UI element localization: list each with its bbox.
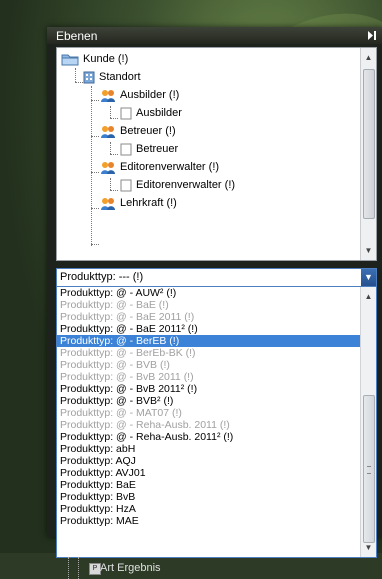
dropdown-option[interactable]: Produkttyp: AQJ [57, 455, 376, 467]
users-icon [101, 89, 115, 102]
tree-item-label: Betreuer [136, 143, 179, 155]
scroll-thumb[interactable] [363, 395, 375, 543]
document-icon [120, 107, 132, 119]
dropdown-option[interactable]: Produkttyp: @ - BerEb-BK (!) [57, 347, 376, 359]
collapse-panel-icon[interactable] [366, 30, 377, 41]
panel-title: Ebenen [56, 29, 98, 43]
document-icon [120, 143, 132, 155]
dropdown-option[interactable]: Produkttyp: abH [57, 443, 376, 455]
tree-item-label: Art Ergebnis [100, 562, 161, 574]
tree-item-label: Kunde (!) [83, 53, 129, 65]
tree-item-ausbilder[interactable]: Ausbilder [120, 104, 182, 122]
dropdown-option[interactable]: Produkttyp: BaE [57, 479, 376, 491]
layers-panel: Ebenen Kunde (!) Standort Ausbilder (!) … [47, 27, 382, 579]
tree-item-label: Betreuer (!) [120, 125, 176, 137]
tree-item-lehrkraft-group[interactable]: Lehrkraft (!) [100, 194, 177, 212]
tree-item-editorenverwalter[interactable]: Editorenverwalter (!) [120, 176, 235, 194]
dropdown-option[interactable]: Produkttyp: @ - BvB 2011 (!) [57, 371, 376, 383]
produkttyp-dropdown-list: Produkttyp: @ - AUW² (!) Produkttyp: @ - … [56, 286, 377, 558]
tree-item-ausbilder-group[interactable]: Ausbilder (!) [100, 86, 179, 104]
dropdown-option[interactable]: Produkttyp: @ - MAT07 (!) [57, 407, 376, 419]
tree-item-label: Ausbilder (!) [120, 89, 180, 101]
document-icon [120, 179, 132, 191]
dropdown-option[interactable]: Produkttyp: MAE [57, 515, 376, 527]
tree-item-label: Editorenverwalter (!) [136, 179, 236, 191]
produkttyp-select[interactable]: Produkttyp: --- (!) ▼ [56, 268, 377, 287]
tree-item-label: Editorenverwalter (!) [120, 161, 220, 173]
dropdown-option[interactable]: Produkttyp: @ - Reha-Ausb. 2011² (!) [57, 431, 376, 443]
select-value: Produkttyp: --- (!) [60, 271, 144, 283]
users-icon [101, 197, 115, 210]
scroll-thumb[interactable] [363, 69, 375, 219]
scroll-down-icon[interactable]: ▼ [361, 243, 376, 258]
tree-item-betreuer-group[interactable]: Betreuer (!) [100, 122, 176, 140]
tree-item-label: Lehrkraft (!) [120, 197, 177, 209]
tree-item-art-ergebnis[interactable]: P Art Ergebnis [56, 557, 375, 579]
dropdown-option[interactable]: Produkttyp: @ - BVB² (!) [57, 395, 376, 407]
dropdown-option[interactable]: Produkttyp: BvB [57, 491, 376, 503]
tree-item-standort[interactable]: Standort [83, 68, 141, 86]
dropdown-option[interactable]: Produkttyp: HzA [57, 503, 376, 515]
tree-item-kunde[interactable]: Kunde (!) [61, 50, 128, 68]
option-list: Produkttyp: @ - AUW² (!) Produkttyp: @ - … [57, 287, 376, 527]
dropdown-option[interactable]: Produkttyp: @ - BaE 2011 (!) [57, 311, 376, 323]
chevron-down-icon[interactable]: ▼ [361, 269, 376, 286]
dropdown-option[interactable]: Produkttyp: @ - BaE (!) [57, 299, 376, 311]
dropdown-option[interactable]: Produkttyp: @ - BaE 2011² (!) [57, 323, 376, 335]
dropdown-option[interactable]: Produkttyp: @ - AUW² (!) [57, 287, 376, 299]
tree-item-betreuer[interactable]: Betreuer [120, 140, 178, 158]
building-icon [83, 71, 95, 83]
dropdown-option[interactable]: Produkttyp: @ - BVB (!) [57, 359, 376, 371]
dropdown-scrollbar[interactable]: ▲ ▼ [360, 287, 376, 557]
layer-tree: Kunde (!) Standort Ausbilder (!) Ausbild… [56, 47, 377, 261]
scroll-up-icon[interactable]: ▲ [361, 50, 376, 65]
scroll-up-icon[interactable]: ▲ [361, 289, 376, 304]
dropdown-option[interactable]: Produkttyp: @ - BvB 2011² (!) [57, 383, 376, 395]
tree-scrollbar[interactable]: ▲ ▼ [360, 48, 376, 260]
panel-header: Ebenen [47, 27, 382, 44]
dropdown-option[interactable]: Produkttyp: AVJ01 [57, 467, 376, 479]
dropdown-option[interactable]: Produkttyp: @ - Reha-Ausb. 2011 (!) [57, 419, 376, 431]
tree-item-label: Standort [99, 71, 141, 83]
tree-item-editorenverwalter-group[interactable]: Editorenverwalter (!) [100, 158, 219, 176]
folder-icon [61, 54, 79, 66]
tree-item-label: Ausbilder [136, 107, 182, 119]
dropdown-option[interactable]: Produkttyp: @ - BerEB (!) [57, 335, 376, 347]
users-icon [101, 125, 115, 138]
users-icon [101, 161, 115, 174]
